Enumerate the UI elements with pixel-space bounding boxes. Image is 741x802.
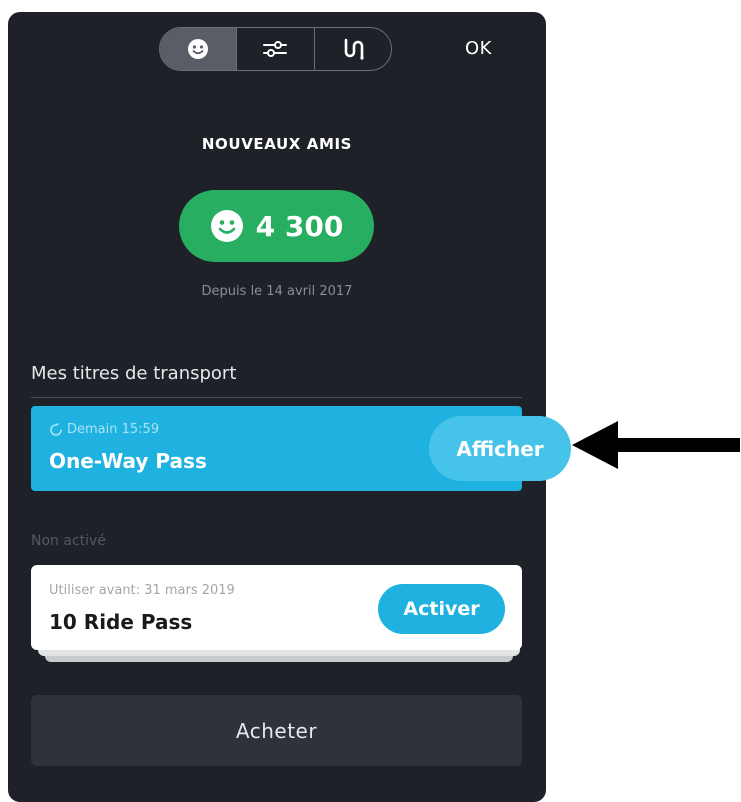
route-icon: [344, 38, 364, 60]
arrow-pointer-icon: [572, 421, 740, 469]
buy-button[interactable]: Acheter: [31, 695, 522, 766]
tab-friends[interactable]: [160, 28, 237, 70]
inactive-label: Non activé: [31, 533, 106, 549]
friends-count: 4 300: [255, 209, 344, 243]
active-ticket-name: One-Way Pass: [49, 449, 207, 473]
tab-trips[interactable]: [313, 28, 391, 70]
activate-button[interactable]: Activer: [378, 584, 505, 634]
tab-settings[interactable]: [236, 28, 313, 70]
active-ticket-expiry: Demain 15:59: [67, 422, 160, 437]
smiley-icon: [188, 39, 209, 59]
friends-heading: NOUVEAUX AMIS: [201, 135, 353, 153]
section-title: Mes titres de transport: [31, 363, 237, 384]
smiley-icon: [210, 210, 243, 242]
show-ticket-button[interactable]: Afficher: [429, 416, 571, 481]
inactive-ticket-meta: Utiliser avant: 31 mars 2019: [49, 583, 235, 598]
ok-button[interactable]: OK: [465, 38, 492, 59]
friends-count-badge: 4 300: [179, 190, 374, 262]
active-ticket-meta: Demain 15:59: [49, 422, 159, 437]
friends-since: Depuis le 14 avril 2017: [201, 284, 353, 299]
view-switcher: [159, 27, 392, 71]
clock-icon: [50, 422, 62, 436]
section-divider: [31, 397, 522, 398]
inactive-ticket-name: 10 Ride Pass: [49, 610, 193, 634]
sliders-icon: [263, 41, 288, 57]
